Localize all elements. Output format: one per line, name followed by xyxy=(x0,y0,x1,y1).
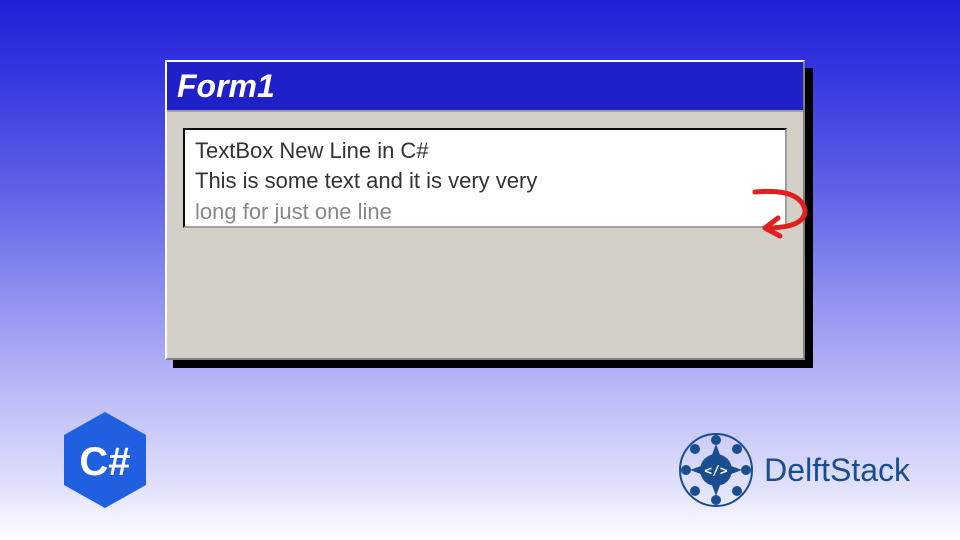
textbox-line-2: This is some text and it is very very xyxy=(195,166,775,196)
csharp-logo-icon: C# xyxy=(60,410,150,510)
window-body: TextBox New Line in C# This is some text… xyxy=(167,112,803,358)
multiline-textbox[interactable]: TextBox New Line in C# This is some text… xyxy=(183,128,787,228)
textbox-line-1: TextBox New Line in C# xyxy=(195,136,775,166)
delftstack-emblem-icon: </> xyxy=(676,430,756,510)
delftstack-label: DelftStack xyxy=(764,452,910,489)
delftstack-logo: </> DelftStack xyxy=(676,430,910,510)
form-window: Form1 TextBox New Line in C# This is som… xyxy=(165,60,805,360)
form-window-container: Form1 TextBox New Line in C# This is som… xyxy=(165,60,805,360)
csharp-logo-text: C# xyxy=(79,440,130,484)
window-titlebar: Form1 xyxy=(167,62,803,112)
textbox-line-3: long for just one line xyxy=(195,197,775,227)
window-title: Form1 xyxy=(177,68,275,105)
svg-text:</>: </> xyxy=(704,464,728,479)
